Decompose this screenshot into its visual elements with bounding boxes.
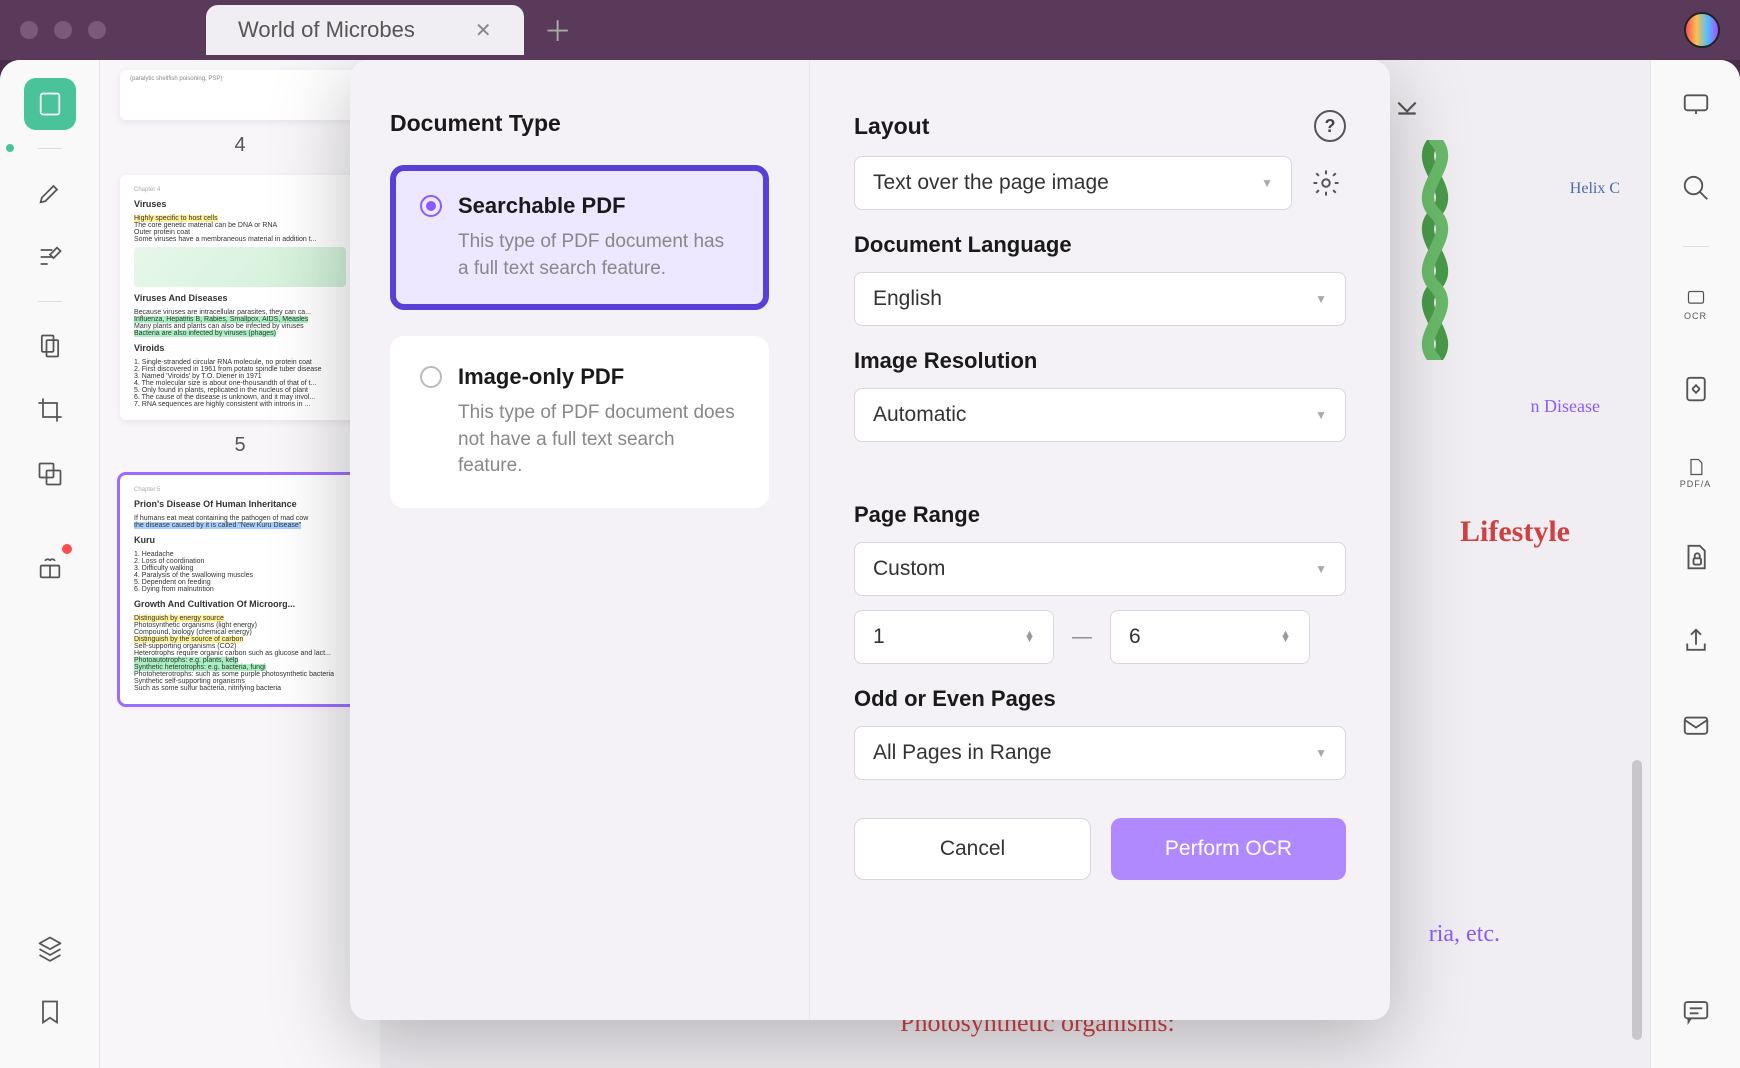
- page-thumbnail-selected[interactable]: Chapter 5 Prion's Disease Of Human Inher…: [120, 475, 360, 704]
- page-range-heading: Page Range: [854, 502, 1346, 528]
- language-heading: Document Language: [854, 232, 1346, 258]
- app-body: (paralytic shellfish poisoning, PSP) 4 C…: [0, 60, 1740, 1068]
- layers-tool[interactable]: [24, 922, 76, 974]
- layout-select[interactable]: Text over the page image ▼: [854, 156, 1292, 210]
- traffic-lights: [20, 21, 106, 39]
- search-tool[interactable]: [1670, 162, 1722, 214]
- left-toolbar: [0, 60, 100, 1068]
- pdfa-tool[interactable]: PDF/A: [1670, 447, 1722, 499]
- highlighter-tool[interactable]: [24, 167, 76, 219]
- ocr-tool[interactable]: OCR: [1670, 279, 1722, 331]
- resolution-heading: Image Resolution: [854, 348, 1346, 374]
- chevron-down-icon: ▼: [1315, 292, 1327, 306]
- image-only-pdf-option[interactable]: Image-only PDF This type of PDF document…: [390, 336, 769, 508]
- range-dash: —: [1072, 626, 1092, 649]
- help-icon[interactable]: ?: [1314, 110, 1346, 142]
- odd-even-heading: Odd or Even Pages: [854, 686, 1346, 712]
- gift-button[interactable]: [24, 542, 76, 594]
- odd-even-select[interactable]: All Pages in Range ▼: [854, 726, 1346, 780]
- ocr-options-dialog: Document Type Searchable PDF This type o…: [350, 60, 1390, 1020]
- page-to-stepper[interactable]: 6 ▲▼: [1110, 610, 1310, 664]
- canvas-scrollbar[interactable]: [1632, 760, 1642, 1040]
- document-tab[interactable]: World of Microbes ✕: [206, 5, 524, 55]
- app-badge-icon[interactable]: [1684, 12, 1720, 48]
- thumbnails-tool[interactable]: [24, 78, 76, 130]
- share-tool[interactable]: [1670, 615, 1722, 667]
- page-number-label: 4: [120, 134, 360, 157]
- figure-placeholder: [134, 247, 346, 287]
- bookmark-tool[interactable]: [24, 986, 76, 1038]
- active-indicator-dot: [6, 144, 14, 152]
- zoom-window-button[interactable]: [88, 21, 106, 39]
- searchable-pdf-option[interactable]: Searchable PDF This type of PDF document…: [390, 165, 769, 310]
- helix-annotation: Helix C: [1570, 180, 1620, 198]
- close-tab-icon[interactable]: ✕: [475, 18, 492, 43]
- edit-text-tool[interactable]: [24, 231, 76, 283]
- dialog-right-pane: Layout ? Text over the page image ▼ Docu…: [810, 60, 1390, 1020]
- chevron-down-icon: ▼: [1315, 746, 1327, 760]
- layout-heading: Layout: [854, 113, 929, 140]
- lifestyle-annotation: Lifestyle: [1460, 515, 1570, 549]
- presentation-tool[interactable]: [1670, 78, 1722, 130]
- email-tool[interactable]: [1670, 699, 1722, 751]
- compare-tool[interactable]: [24, 448, 76, 500]
- comments-tool[interactable]: [1670, 986, 1722, 1038]
- layout-settings-button[interactable]: [1306, 163, 1346, 203]
- chevron-down-icon: ▼: [1315, 562, 1327, 576]
- thumbnail-panel: (paralytic shellfish poisoning, PSP) 4 C…: [100, 60, 380, 1068]
- cancel-button[interactable]: Cancel: [854, 818, 1091, 880]
- radio-selected-icon: [420, 195, 442, 217]
- disease-annotation: n Disease: [1531, 396, 1600, 417]
- tab-title: World of Microbes: [238, 17, 415, 43]
- resolution-select[interactable]: Automatic ▼: [854, 388, 1346, 442]
- page-thumbnail[interactable]: Chapter 4 Viruses Highly specific to hos…: [120, 175, 360, 420]
- language-select[interactable]: English ▼: [854, 272, 1346, 326]
- toolbar-divider: [1683, 246, 1709, 247]
- chevron-down-icon: ▼: [1315, 408, 1327, 422]
- document-type-heading: Document Type: [390, 110, 769, 137]
- convert-tool[interactable]: [1670, 363, 1722, 415]
- protect-tool[interactable]: [1670, 531, 1722, 583]
- radio-unselected-icon: [420, 366, 442, 388]
- perform-ocr-button[interactable]: Perform OCR: [1111, 818, 1346, 880]
- zoom-dropdown-icon[interactable]: [1394, 94, 1420, 125]
- toolbar-divider: [38, 148, 62, 149]
- close-window-button[interactable]: [20, 21, 38, 39]
- notification-dot: [62, 544, 72, 554]
- page-order-tool[interactable]: [24, 320, 76, 372]
- page-from-stepper[interactable]: 1 ▲▼: [854, 610, 1054, 664]
- new-tab-button[interactable]: ＋: [544, 10, 572, 50]
- minimize-window-button[interactable]: [54, 21, 72, 39]
- page-thumbnail[interactable]: (paralytic shellfish poisoning, PSP): [120, 70, 360, 120]
- page-number-label: 5: [120, 434, 360, 457]
- stepper-arrows-icon[interactable]: ▲▼: [1280, 632, 1291, 643]
- page-range-select[interactable]: Custom ▼: [854, 542, 1346, 596]
- right-toolbar: OCR PDF/A: [1650, 60, 1740, 1068]
- chevron-down-icon: ▼: [1261, 176, 1273, 190]
- toolbar-divider: [38, 301, 62, 302]
- helix-illustration: [1390, 140, 1480, 360]
- dialog-left-pane: Document Type Searchable PDF This type o…: [350, 60, 810, 1020]
- etc-annotation: ria, etc.: [1429, 921, 1500, 948]
- crop-tool[interactable]: [24, 384, 76, 436]
- title-bar: World of Microbes ✕ ＋: [0, 0, 1740, 60]
- stepper-arrows-icon[interactable]: ▲▼: [1024, 632, 1035, 643]
